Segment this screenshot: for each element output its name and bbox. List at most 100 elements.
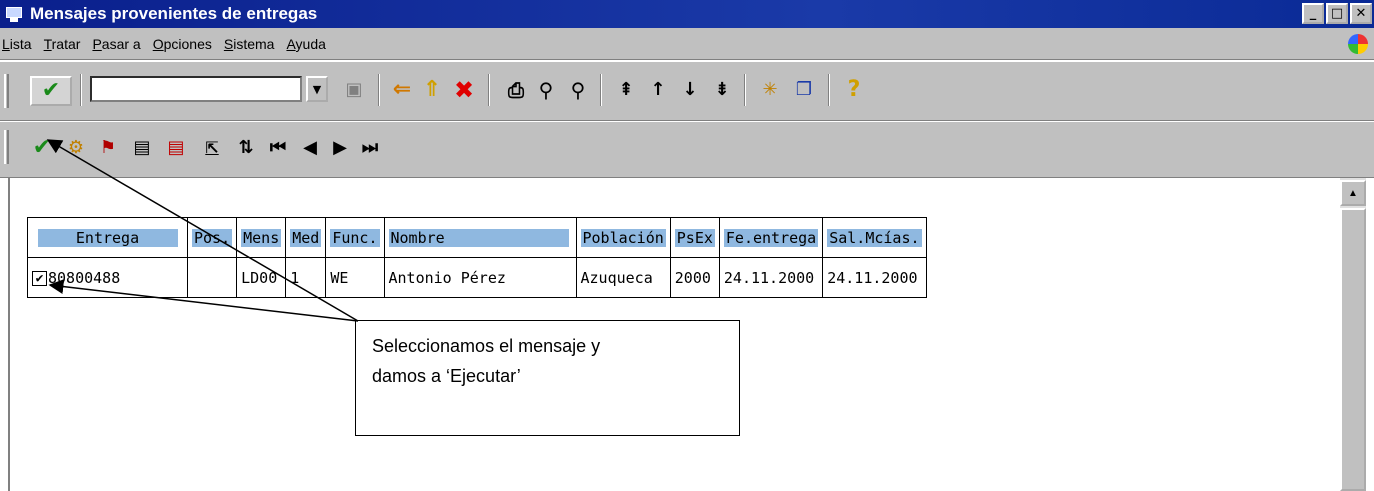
table-header-row: Entrega Pos. Mens Med Func. Nombre Pobla… <box>27 217 927 258</box>
cell-psex: 2000 <box>669 257 720 298</box>
window-titlebar: Mensajes provenientes de entregas _ □ ✕ <box>0 0 1374 28</box>
application-toolbar: ✔ ⚙ ⚑ ▤ ▤ ⇱ ⇅ ⏮ ◀ ▶ ⏭ <box>0 121 1374 178</box>
annotation-callout: Seleccionamos el mensaje y damos a ‘Ejec… <box>355 320 740 436</box>
menu-bar: Lista Tratar Pasar a Opciones Sistema Ay… <box>0 28 1374 60</box>
deselect-all-icon[interactable]: ▤ <box>162 134 190 162</box>
cell-sal-mcias: 24.11.2000 <box>822 257 927 298</box>
cell-entrega[interactable]: ✔ 80800488 <box>27 257 188 298</box>
previous-record-icon[interactable]: ◀ <box>296 134 324 162</box>
toolbar-grip <box>4 130 9 164</box>
cell-func: WE <box>325 257 385 298</box>
close-button[interactable]: ✕ <box>1350 3 1372 24</box>
menu-lista[interactable]: Lista <box>2 36 32 52</box>
toolbar-separator <box>828 74 830 106</box>
last-record-icon[interactable]: ⏭ <box>356 134 384 162</box>
column-header-label: Func. <box>330 228 380 247</box>
toolbar-separator <box>488 74 490 106</box>
column-header-sal-mcias[interactable]: Sal.Mcías. <box>822 217 927 258</box>
column-header-label: Mens <box>241 228 282 247</box>
maximize-button[interactable]: □ <box>1326 3 1348 24</box>
enter-icon[interactable]: ✔ <box>30 76 72 106</box>
print-icon[interactable]: ⎙ <box>502 76 530 104</box>
column-header-label: Población <box>580 228 666 247</box>
toolbar-separator <box>80 74 82 106</box>
column-header-fe-entrega[interactable]: Fe.entrega <box>718 217 824 258</box>
create-session-icon[interactable]: ✳ <box>756 76 784 104</box>
column-header-entrega[interactable]: Entrega <box>27 217 188 258</box>
customize-layout-icon[interactable] <box>1348 34 1368 54</box>
menu-accel: T <box>43 35 52 52</box>
command-field[interactable] <box>90 76 302 102</box>
toolbar-grip <box>4 74 9 108</box>
menu-accel: P <box>92 35 102 52</box>
column-header-poblacion[interactable]: Población <box>575 217 671 258</box>
previous-page-icon[interactable]: ↑ <box>644 76 672 104</box>
cell-pos <box>186 257 238 298</box>
cell-value: 80800488 <box>48 268 121 287</box>
menu-accel: S <box>223 35 234 52</box>
command-dropdown-arrow-icon[interactable]: ▼ <box>306 76 328 102</box>
column-header-label: Med <box>290 228 322 247</box>
column-header-med[interactable]: Med <box>285 217 327 258</box>
standard-toolbar: ✔ ▼ ▣ ⇐ ⇑ ✖ ⎙ ⚲ ⚲ ⇞ ↑ ↓ ⇟ ✳ ❐ ? <box>0 61 1374 121</box>
column-header-label: Fe.entrega <box>723 228 819 247</box>
column-header-label: PsEx <box>674 228 715 247</box>
find-icon[interactable]: ⚲ <box>532 76 560 104</box>
menu-label: yuda <box>295 35 326 52</box>
menu-ayuda[interactable]: Ayuda <box>286 36 325 52</box>
first-page-icon[interactable]: ⇞ <box>612 76 640 104</box>
column-header-pos[interactable]: Pos. <box>186 217 238 258</box>
scroll-up-icon[interactable]: ▲ <box>1340 180 1366 206</box>
back-icon[interactable]: ⇐ <box>388 76 416 104</box>
minimize-button[interactable]: _ <box>1302 3 1324 24</box>
menu-sistema[interactable]: Sistema <box>224 36 275 52</box>
table-row[interactable]: ✔ 80800488 LD00 1 WE Antonio Pérez Azuque… <box>27 257 927 298</box>
row-select-checkbox[interactable]: ✔ <box>32 270 47 286</box>
help-icon[interactable]: ? <box>840 76 868 104</box>
select-all-icon[interactable]: ▤ <box>128 134 156 162</box>
menu-accel: A <box>286 35 296 52</box>
toolbar-separator <box>744 74 746 106</box>
menu-tratar[interactable]: Tratar <box>44 36 81 52</box>
cell-med: 1 <box>285 257 327 298</box>
menu-accel: O <box>152 35 164 52</box>
cell-fe-entrega: 24.11.2000 <box>718 257 824 298</box>
scrollbar-thumb[interactable] <box>1340 208 1366 491</box>
exit-icon[interactable]: ⇑ <box>418 76 446 104</box>
sap-window-icon <box>4 5 24 23</box>
window-controls: _ □ ✕ <box>1302 3 1372 24</box>
window-title: Mensajes provenientes de entregas <box>30 4 318 23</box>
menu-opciones[interactable]: Opciones <box>153 36 212 52</box>
last-page-icon[interactable]: ⇟ <box>708 76 736 104</box>
select-block-icon[interactable]: ⇱ <box>198 134 226 162</box>
menu-label: pciones <box>163 35 212 52</box>
find-next-icon[interactable]: ⚲ <box>564 76 592 104</box>
menu-pasar-a[interactable]: Pasar a <box>92 36 140 52</box>
callout-line-1: Seleccionamos el mensaje y <box>372 336 601 356</box>
column-header-label: Entrega <box>37 228 178 247</box>
column-header-nombre[interactable]: Nombre <box>383 217 577 258</box>
execute-icon[interactable]: ✔ <box>28 134 56 162</box>
callout-line-2: damos a ‘Ejecutar’ <box>372 366 521 386</box>
display-icon[interactable]: ⚙ <box>62 134 90 162</box>
next-record-icon[interactable]: ▶ <box>326 134 354 162</box>
cell-poblacion: Azuqueca <box>575 257 671 298</box>
save-icon[interactable]: ▣ <box>340 76 368 104</box>
menu-accel: L <box>2 35 10 52</box>
column-header-label: Nombre <box>388 228 569 247</box>
cell-mens: LD00 <box>236 257 287 298</box>
vertical-scrollbar[interactable]: ▲ <box>1340 178 1366 491</box>
filter-icon[interactable]: ⚑ <box>94 134 122 162</box>
sort-icon[interactable]: ⇅ <box>232 134 260 162</box>
first-record-icon[interactable]: ⏮ <box>264 134 292 162</box>
toolbar-separator <box>378 74 380 106</box>
column-header-psex[interactable]: PsEx <box>669 217 720 258</box>
cell-nombre: Antonio Pérez <box>383 257 577 298</box>
column-header-label: Sal.Mcías. <box>827 228 922 247</box>
column-header-mens[interactable]: Mens <box>236 217 287 258</box>
next-page-icon[interactable]: ↓ <box>676 76 704 104</box>
shortcut-icon[interactable]: ❐ <box>790 76 818 104</box>
toolbar-separator <box>600 74 602 106</box>
cancel-icon[interactable]: ✖ <box>450 76 478 104</box>
column-header-func[interactable]: Func. <box>325 217 385 258</box>
